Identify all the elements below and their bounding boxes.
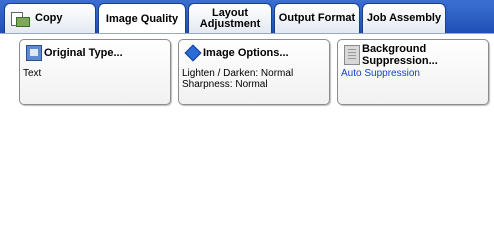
lighten-darken-value: Lighten / Darken: Normal — [182, 68, 294, 79]
background-suppression-value: Auto Suppression — [341, 68, 420, 79]
tab-copy-label: Copy — [35, 12, 63, 24]
image-options-title: Image Options... — [203, 47, 289, 59]
background-suppression-button[interactable]: Background Suppression... Auto Suppressi… — [337, 39, 489, 105]
tab-bar: Copy Image Quality Layout Adjustment Out… — [0, 0, 494, 34]
tab-bar-filler — [448, 3, 494, 33]
image-options-value: Lighten / Darken: Normal Sharpness: Norm… — [182, 68, 293, 90]
copy-icon — [11, 11, 30, 27]
tab-image-quality-label: Image Quality — [105, 12, 179, 25]
tab-layout-adjustment[interactable]: Layout Adjustment — [188, 3, 272, 33]
original-type-value: Text — [23, 68, 42, 79]
tab-job-assembly-label: Job Assembly — [366, 12, 442, 24]
tab-output-format[interactable]: Output Format — [274, 3, 360, 33]
tab-layout-label-line1: Layout — [211, 6, 249, 19]
background-suppression-title-line2: Suppression... — [362, 55, 438, 67]
background-suppression-icon — [344, 45, 360, 65]
tab-layout-label-line2: Adjustment — [199, 17, 261, 30]
sharpness-value: Sharpness: Normal — [182, 79, 268, 90]
tab-copy[interactable]: Copy — [4, 3, 96, 33]
original-type-button[interactable]: Original Type... Text — [19, 39, 171, 105]
original-type-icon — [26, 45, 42, 61]
screen: Copy Image Quality Layout Adjustment Out… — [0, 0, 494, 246]
original-type-title: Original Type... — [44, 47, 123, 59]
image-options-icon — [184, 44, 202, 62]
background-suppression-title: Background Suppression... — [362, 43, 472, 67]
tab-job-assembly[interactable]: Job Assembly — [362, 3, 446, 33]
tab-image-quality[interactable]: Image Quality — [98, 3, 186, 34]
tab-output-format-label: Output Format — [278, 12, 356, 24]
background-suppression-title-line1: Background — [362, 43, 427, 55]
image-options-button[interactable]: Image Options... Lighten / Darken: Norma… — [178, 39, 330, 105]
